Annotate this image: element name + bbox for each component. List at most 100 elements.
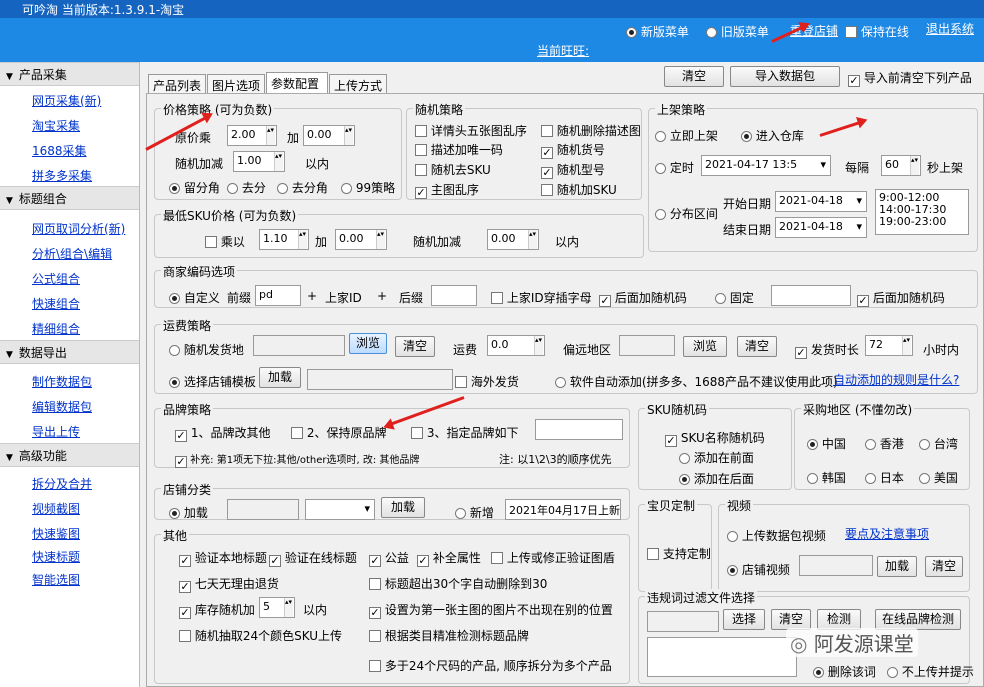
time-range-item[interactable]: 19:00-23:00: [879, 216, 965, 228]
remove-cents-jiao-radio[interactable]: 去分角: [277, 179, 328, 196]
ship-time-checkbox[interactable]: 发货时长: [795, 341, 859, 359]
shuffle-detail-top5-checkbox[interactable]: 详情头五张图乱序: [415, 122, 527, 139]
shuffle-main-image-checkbox[interactable]: 主图乱序: [415, 181, 479, 199]
fixed-code-input[interactable]: [771, 285, 851, 306]
region-japan-radio[interactable]: 日本: [865, 469, 904, 486]
clear-remote-button[interactable]: 清空: [737, 336, 777, 357]
region-korea-radio[interactable]: 韩国: [807, 469, 846, 486]
region-hongkong-radio[interactable]: 香港: [865, 435, 904, 452]
video-notes-link[interactable]: 要点及注意事项: [845, 525, 929, 542]
browse-remote-button[interactable]: 浏览: [683, 336, 727, 357]
sidebar-section-export[interactable]: ▼ 数据导出: [0, 340, 139, 364]
min-sku-multiply-checkbox[interactable]: 乘以: [205, 233, 245, 250]
random-24-colors-checkbox[interactable]: 随机抽取24个颜色SKU上传: [179, 627, 342, 644]
split-24-sizes-checkbox[interactable]: 多于24个尺码的产品, 顺序拆分为多个产品: [369, 657, 612, 674]
sidebar-item-video-screenshot[interactable]: 视频截图: [32, 500, 80, 517]
sidebar-item-edit-package[interactable]: 编辑数据包: [32, 398, 92, 415]
category-select[interactable]: [305, 499, 375, 520]
category-load-button[interactable]: 加载: [381, 497, 425, 518]
sidebar-item-export-upload[interactable]: 导出上传: [32, 423, 80, 440]
suffix-random-checkbox[interactable]: 后面加随机码: [599, 289, 687, 307]
suffix-input[interactable]: [431, 285, 477, 306]
fee-input[interactable]: 0.0: [487, 335, 545, 356]
min-sku-random-input[interactable]: 0.00: [487, 229, 539, 250]
violation-file-input[interactable]: [647, 611, 719, 632]
seller-id-letters-checkbox[interactable]: 上家ID穿插字母: [491, 289, 592, 306]
load-template-button[interactable]: 加载: [259, 367, 301, 388]
delete-word-radio[interactable]: 删除该词: [813, 663, 876, 680]
sidebar-item-web-collect[interactable]: 网页采集(新): [32, 92, 101, 109]
sidebar-section-title[interactable]: ▼ 标题组合: [0, 186, 139, 210]
brand-other-checkbox[interactable]: 1、品牌改其他: [175, 424, 270, 442]
timed-radio[interactable]: 定时: [655, 159, 694, 176]
price-add-input[interactable]: 0.00: [303, 125, 355, 146]
category-new-input[interactable]: 2021年04月17日上新: [505, 499, 621, 520]
tab-product-list[interactable]: 产品列表: [148, 74, 206, 93]
random-remove-sku-checkbox[interactable]: 随机去SKU: [415, 161, 491, 178]
complete-attributes-checkbox[interactable]: 补全属性: [417, 549, 481, 567]
menu-new-radio[interactable]: 新版菜单: [626, 23, 689, 40]
upload-fix-shield-checkbox[interactable]: 上传或修正验证图盾: [491, 549, 615, 566]
sidebar-item-quick-combine[interactable]: 快速组合: [32, 295, 80, 312]
random-delete-desc-checkbox[interactable]: 随机删除描述图: [541, 122, 641, 139]
brand-specify-checkbox[interactable]: 3、指定品牌如下: [411, 424, 518, 441]
keep-online-checkbox[interactable]: 保持在线: [845, 23, 909, 40]
violation-clear-button[interactable]: 清空: [771, 609, 811, 630]
clear-origin-button[interactable]: 清空: [395, 336, 435, 357]
sku-front-radio[interactable]: 添加在前面: [679, 449, 754, 466]
sidebar-item-quick-image-check[interactable]: 快速鉴图: [32, 525, 80, 542]
seven-day-return-checkbox[interactable]: 七天无理由退货: [179, 575, 279, 593]
stock-random-checkbox[interactable]: 库存随机加: [179, 601, 255, 619]
load-video-button[interactable]: 加载: [877, 556, 917, 577]
sidebar-item-make-package[interactable]: 制作数据包: [32, 373, 92, 390]
online-brand-check-button[interactable]: 在线品牌检测: [875, 609, 961, 630]
support-custom-checkbox[interactable]: 支持定制: [647, 545, 711, 562]
region-taiwan-radio[interactable]: 台湾: [919, 435, 958, 452]
clear-video-button[interactable]: 清空: [925, 556, 963, 577]
sidebar-item-taobao-collect[interactable]: 淘宝采集: [32, 117, 80, 134]
desc-unique-code-checkbox[interactable]: 描述加唯一码: [415, 141, 503, 158]
violation-word-list[interactable]: [647, 637, 797, 677]
upload-package-video-radio[interactable]: 上传数据包视频: [727, 527, 826, 544]
keep-cents-radio[interactable]: 留分角: [169, 179, 220, 196]
sidebar-item-analyze-combine-edit[interactable]: 分析\组合\编辑: [32, 245, 112, 262]
timed-datetime-select[interactable]: 2021-04-17 13:5: [701, 155, 831, 176]
region-china-radio[interactable]: 中国: [807, 435, 846, 452]
remove-cents-radio[interactable]: 去分: [227, 179, 266, 196]
tab-upload-method[interactable]: 上传方式: [329, 74, 387, 93]
into-warehouse-radio[interactable]: 进入仓库: [741, 127, 804, 144]
brand-specify-input[interactable]: [535, 419, 623, 440]
verify-online-title-checkbox[interactable]: 验证在线标题: [269, 549, 357, 567]
list-immediately-radio[interactable]: 立即上架: [655, 127, 718, 144]
random-model-checkbox[interactable]: 随机型号: [541, 161, 605, 179]
prefix-input[interactable]: pd: [255, 285, 301, 306]
category-new-radio[interactable]: 新增: [455, 504, 494, 521]
stock-random-input[interactable]: 5: [259, 597, 295, 618]
custom-code-radio[interactable]: 自定义: [169, 289, 220, 306]
random-origin-radio[interactable]: 随机发货地: [169, 341, 244, 358]
random-item-no-checkbox[interactable]: 随机货号: [541, 141, 605, 159]
region-usa-radio[interactable]: 美国: [919, 469, 958, 486]
sidebar-item-quick-title[interactable]: 快速标题: [32, 548, 80, 565]
no-upload-radio[interactable]: 不上传并提示: [887, 663, 974, 680]
clear-before-import-checkbox[interactable]: 导入前清空下列产品: [848, 69, 972, 87]
sidebar-item-pdd-collect[interactable]: 拼多多采集: [32, 167, 92, 184]
ship-time-input[interactable]: 72: [865, 335, 913, 356]
violation-check-button[interactable]: 检测: [817, 609, 861, 630]
every-seconds-input[interactable]: 60: [881, 155, 921, 176]
brand-note-checkbox[interactable]: 补充: 第1项无下拉:其他/other选项时, 改: 其他品牌: [175, 451, 419, 468]
store-template-radio[interactable]: 选择店铺模板: [169, 373, 256, 390]
browse-origin-button[interactable]: 浏览: [349, 333, 387, 354]
sidebar-item-word-analysis[interactable]: 网页取词分析(新): [32, 220, 125, 237]
fixed-code-radio[interactable]: 固定: [715, 289, 754, 306]
first-image-exclusive-checkbox[interactable]: 设置为第一张主图的图片不出现在别的位置: [369, 601, 613, 619]
price-random-input[interactable]: 1.00: [233, 151, 285, 172]
charity-checkbox[interactable]: 公益: [369, 549, 409, 567]
sidebar-section-advanced[interactable]: ▼ 高级功能: [0, 443, 139, 467]
tab-param-config[interactable]: 参数配置: [266, 72, 328, 94]
sidebar-item-smart-image[interactable]: 智能选图: [32, 571, 80, 588]
verify-local-title-checkbox[interactable]: 验证本地标题: [179, 549, 267, 567]
price-multiply-input[interactable]: 2.00: [227, 125, 277, 146]
import-package-button[interactable]: 导入数据包: [730, 66, 840, 87]
sku-name-random-checkbox[interactable]: SKU名称随机码: [665, 429, 765, 447]
